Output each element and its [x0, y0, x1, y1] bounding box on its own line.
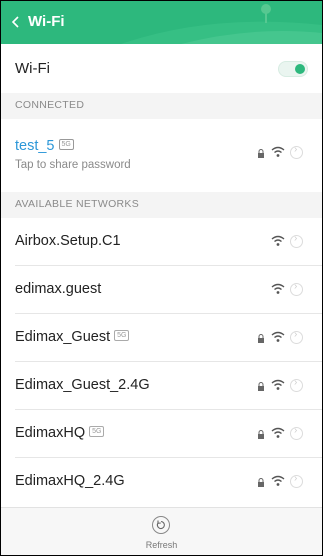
network-details-icon[interactable]	[290, 233, 303, 248]
wifi-toggle[interactable]	[278, 61, 308, 77]
wifi-signal-icon	[271, 379, 285, 390]
network-details-icon[interactable]	[290, 377, 303, 392]
network-row[interactable]: Edimax_Guest 5G	[1, 314, 322, 362]
network-details-icon[interactable]	[290, 144, 303, 159]
network-name-text: edimax.guest	[15, 281, 102, 297]
section-title: AVAILABLE NETWORKS	[15, 198, 140, 210]
network-details-icon[interactable]	[290, 425, 303, 440]
app-header: Wi-Fi	[1, 1, 322, 44]
network-name-text: EdimaxHQ	[15, 425, 86, 441]
lock-icon	[258, 430, 264, 439]
network-row[interactable]: Airbox.Setup.C1	[1, 218, 322, 266]
refresh-label: Refresh	[145, 540, 178, 550]
chevron-left-icon	[11, 16, 19, 28]
network-name-text: test_5	[15, 138, 55, 154]
network-name: EdimaxHQ_2.4G	[15, 473, 125, 489]
wifi-signal-icon	[271, 235, 285, 246]
network-name: EdimaxHQ 5G	[15, 425, 105, 441]
lock-icon	[258, 478, 264, 487]
network-details-icon[interactable]	[290, 473, 303, 488]
wifi-signal-icon	[271, 283, 285, 294]
network-name-text: Airbox.Setup.C1	[15, 233, 121, 249]
connected-network-name: test_5 5G	[15, 138, 74, 154]
band-badge: 5G	[58, 139, 74, 150]
band-badge: 5G	[89, 426, 105, 437]
refresh-icon	[156, 520, 165, 530]
connected-network-subtitle: Tap to share password	[15, 159, 131, 171]
lock-icon	[258, 149, 264, 158]
network-details-icon[interactable]	[290, 329, 303, 344]
wifi-label: Wi-Fi	[15, 60, 50, 77]
section-header-available: AVAILABLE NETWORKS	[1, 192, 322, 218]
network-name-text: EdimaxHQ_2.4G	[15, 473, 125, 489]
network-row[interactable]: EdimaxHQ_2.4G	[1, 458, 322, 506]
refresh-bar: Refresh	[1, 507, 322, 555]
section-header-connected: CONNECTED	[1, 93, 322, 119]
wifi-signal-icon	[271, 146, 285, 157]
network-name: edimax.guest	[15, 281, 101, 297]
section-title: CONNECTED	[15, 99, 85, 111]
network-row[interactable]: EdimaxHQ 5G	[1, 410, 322, 458]
network-name: Edimax_Guest_2.4G	[15, 377, 150, 393]
network-row[interactable]: Edimax_Guest_2.4G	[1, 362, 322, 410]
network-name-text: Edimax_Guest_2.4G	[15, 377, 150, 393]
network-name: Edimax_Guest 5G	[15, 329, 130, 345]
wifi-signal-icon	[271, 331, 285, 342]
network-details-icon[interactable]	[290, 281, 303, 296]
network-name-text: Edimax_Guest	[15, 329, 111, 345]
network-row[interactable]: edimax.guest	[1, 266, 322, 314]
band-badge: 5G	[114, 330, 130, 341]
page-title: Wi-Fi	[28, 13, 65, 30]
lock-icon	[258, 334, 264, 343]
network-name: Airbox.Setup.C1	[15, 233, 121, 249]
refresh-button[interactable]	[152, 516, 170, 534]
phone-screen: Wi-Fi Wi-Fi CONNECTED test_5 5G Tap to sh…	[0, 0, 323, 556]
wifi-signal-icon	[271, 475, 285, 486]
lock-icon	[258, 382, 264, 391]
wifi-signal-icon	[271, 427, 285, 438]
toggle-knob	[295, 64, 305, 74]
